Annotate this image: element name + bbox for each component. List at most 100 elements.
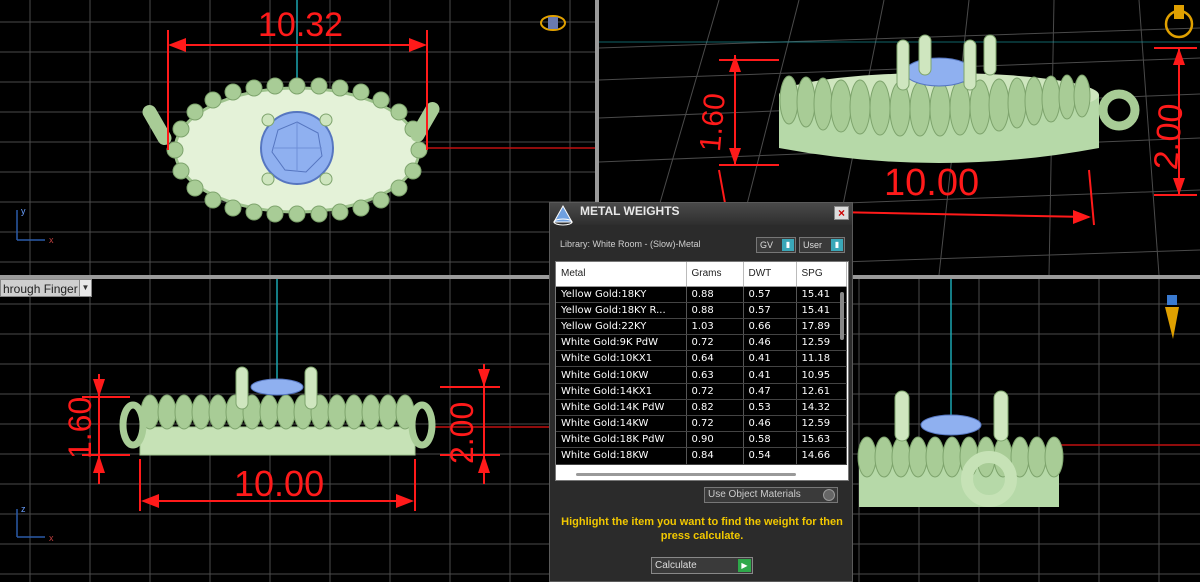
- metal-weights-dialog: METAL WEIGHTS × Library: White Room - (S…: [549, 202, 853, 582]
- use-object-materials-checkbox[interactable]: Use Object Materials: [704, 487, 838, 503]
- toggle-switch-icon: ▮: [782, 239, 794, 251]
- cell-metal: White Gold:14KW: [556, 415, 687, 433]
- cell-metal: White Gold:18K PdW: [556, 431, 687, 449]
- cell-grams: 0.72: [686, 383, 744, 400]
- cell-dwt: 0.46: [743, 334, 797, 352]
- chevron-down-icon[interactable]: ▼: [79, 280, 91, 296]
- axis-z-label: z: [21, 504, 26, 514]
- dimension-height: 1.60: [694, 91, 732, 153]
- toggle-switch-icon: ▮: [831, 239, 843, 251]
- column-header-spg[interactable]: SPG: [796, 262, 847, 287]
- cell-grams: 0.82: [686, 399, 744, 417]
- cell-grams: 0.64: [686, 350, 744, 368]
- table-row[interactable]: White Gold:14KW 0.72 0.46 12.59: [556, 415, 847, 433]
- table-row[interactable]: White Gold:18KW 0.84 0.54 14.66: [556, 447, 847, 465]
- user-toggle-label: User: [803, 240, 823, 250]
- table-row[interactable]: Yellow Gold:18KY R... 0.88 0.57 15.41: [556, 302, 847, 319]
- cell-dwt: 0.41: [743, 366, 797, 384]
- column-header-grams[interactable]: Grams: [686, 262, 744, 287]
- cell-metal: Yellow Gold:18KY: [556, 286, 687, 303]
- view-gizmo-icon: [1165, 295, 1179, 339]
- cell-dwt: 0.58: [743, 431, 797, 449]
- play-arrow-icon: ▶: [738, 559, 751, 572]
- gv-toggle[interactable]: GV ▮: [756, 237, 796, 253]
- viewport-top[interactable]: y x 10.32: [0, 0, 595, 275]
- close-button[interactable]: ×: [834, 206, 849, 220]
- dimension-width: 10.32: [258, 6, 344, 44]
- table-row[interactable]: White Gold:14K PdW 0.82 0.53 14.32: [556, 399, 847, 417]
- cell-spg: 10.95: [796, 366, 847, 384]
- cell-dwt: 0.53: [743, 399, 797, 417]
- dimension-width: 10.00: [234, 463, 325, 504]
- horizontal-scrollbar[interactable]: [576, 473, 796, 476]
- cell-grams: 1.03: [686, 318, 744, 336]
- dimension-total-height: 2.00: [444, 401, 480, 464]
- cell-dwt: 0.47: [743, 383, 797, 400]
- cell-grams: 0.72: [686, 415, 744, 433]
- viewport-view-selector[interactable]: hrough Finger ▼: [0, 279, 92, 297]
- cell-metal: Yellow Gold:18KY R...: [556, 302, 687, 319]
- axis-x-label: x: [49, 533, 54, 543]
- cell-dwt: 0.41: [743, 350, 797, 368]
- viewport-front[interactable]: z x hrough Finger ▼ 1.60 2.00 10.00: [0, 279, 595, 582]
- cell-dwt: 0.57: [743, 286, 797, 303]
- dialog-title: METAL WEIGHTS: [580, 204, 680, 218]
- cell-metal: White Gold:14K PdW: [556, 399, 687, 417]
- gv-toggle-label: GV: [760, 240, 774, 250]
- cell-grams: 0.88: [686, 286, 744, 303]
- metal-table[interactable]: Metal Grams DWT SPG Yellow Gold:18KY 0.88…: [555, 261, 849, 481]
- view-gizmo-icon: [540, 15, 566, 31]
- cell-spg: 12.59: [796, 334, 847, 352]
- table-row[interactable]: Yellow Gold:18KY 0.88 0.57 15.41: [556, 286, 847, 303]
- cell-grams: 0.90: [686, 431, 744, 449]
- cell-grams: 0.88: [686, 302, 744, 319]
- dimension-width: 10.00: [884, 162, 980, 204]
- library-label: Library: White Room - (Slow)-Metal: [560, 239, 701, 249]
- viewport-view-label: hrough Finger: [3, 282, 78, 296]
- cell-spg: 14.32: [796, 399, 847, 417]
- table-header-row: Metal Grams DWT SPG: [556, 262, 847, 287]
- axis-x-label: x: [49, 235, 54, 245]
- table-row[interactable]: White Gold:10KX1 0.64 0.41 11.18: [556, 350, 847, 368]
- instruction-text: Highlight the item you want to find the …: [561, 516, 843, 542]
- cell-dwt: 0.66: [743, 318, 797, 336]
- vertical-scrollbar[interactable]: [840, 292, 844, 340]
- cell-dwt: 0.54: [743, 447, 797, 465]
- cell-metal: Yellow Gold:22KY: [556, 318, 687, 336]
- cell-grams: 0.63: [686, 366, 744, 384]
- cell-spg: 11.18: [796, 350, 847, 368]
- cell-spg: 15.41: [796, 286, 847, 303]
- cell-grams: 0.72: [686, 334, 744, 352]
- cell-metal: White Gold:14KX1: [556, 383, 687, 400]
- dialog-title-bar[interactable]: METAL WEIGHTS ×: [550, 203, 852, 226]
- cell-dwt: 0.57: [743, 302, 797, 319]
- cell-spg: 14.66: [796, 447, 847, 465]
- app-logo-icon: [553, 204, 573, 226]
- cell-grams: 0.84: [686, 447, 744, 465]
- table-row[interactable]: Yellow Gold:22KY 1.03 0.66 17.89: [556, 318, 847, 336]
- dimension-total-height: 2.00: [1147, 102, 1191, 172]
- cell-spg: 12.59: [796, 415, 847, 433]
- cell-spg: 12.61: [796, 383, 847, 400]
- close-icon: ×: [837, 206, 845, 220]
- table-row[interactable]: White Gold:10KW 0.63 0.41 10.95: [556, 366, 847, 384]
- view-gizmo-icon: [1164, 5, 1194, 39]
- use-object-materials-label: Use Object Materials: [708, 489, 801, 500]
- user-toggle[interactable]: User ▮: [799, 237, 845, 253]
- cell-metal: White Gold:10KX1: [556, 350, 687, 368]
- cell-spg: 15.41: [796, 302, 847, 319]
- table-row[interactable]: White Gold:9K PdW 0.72 0.46 12.59: [556, 334, 847, 352]
- calculate-button[interactable]: Calculate ▶: [651, 557, 753, 574]
- table-row[interactable]: White Gold:14KX1 0.72 0.47 12.61: [556, 383, 847, 400]
- cell-spg: 15.63: [796, 431, 847, 449]
- cell-metal: White Gold:9K PdW: [556, 334, 687, 352]
- dimension-height: 1.60: [62, 396, 98, 459]
- checkbox-icon: [823, 489, 835, 501]
- cell-metal: White Gold:18KW: [556, 447, 687, 465]
- column-header-dwt[interactable]: DWT: [743, 262, 797, 287]
- column-header-metal[interactable]: Metal: [556, 262, 687, 287]
- table-row[interactable]: White Gold:18K PdW 0.90 0.58 15.63: [556, 431, 847, 449]
- cell-metal: White Gold:10KW: [556, 366, 687, 384]
- cell-spg: 17.89: [796, 318, 847, 336]
- calculate-label: Calculate: [655, 560, 697, 571]
